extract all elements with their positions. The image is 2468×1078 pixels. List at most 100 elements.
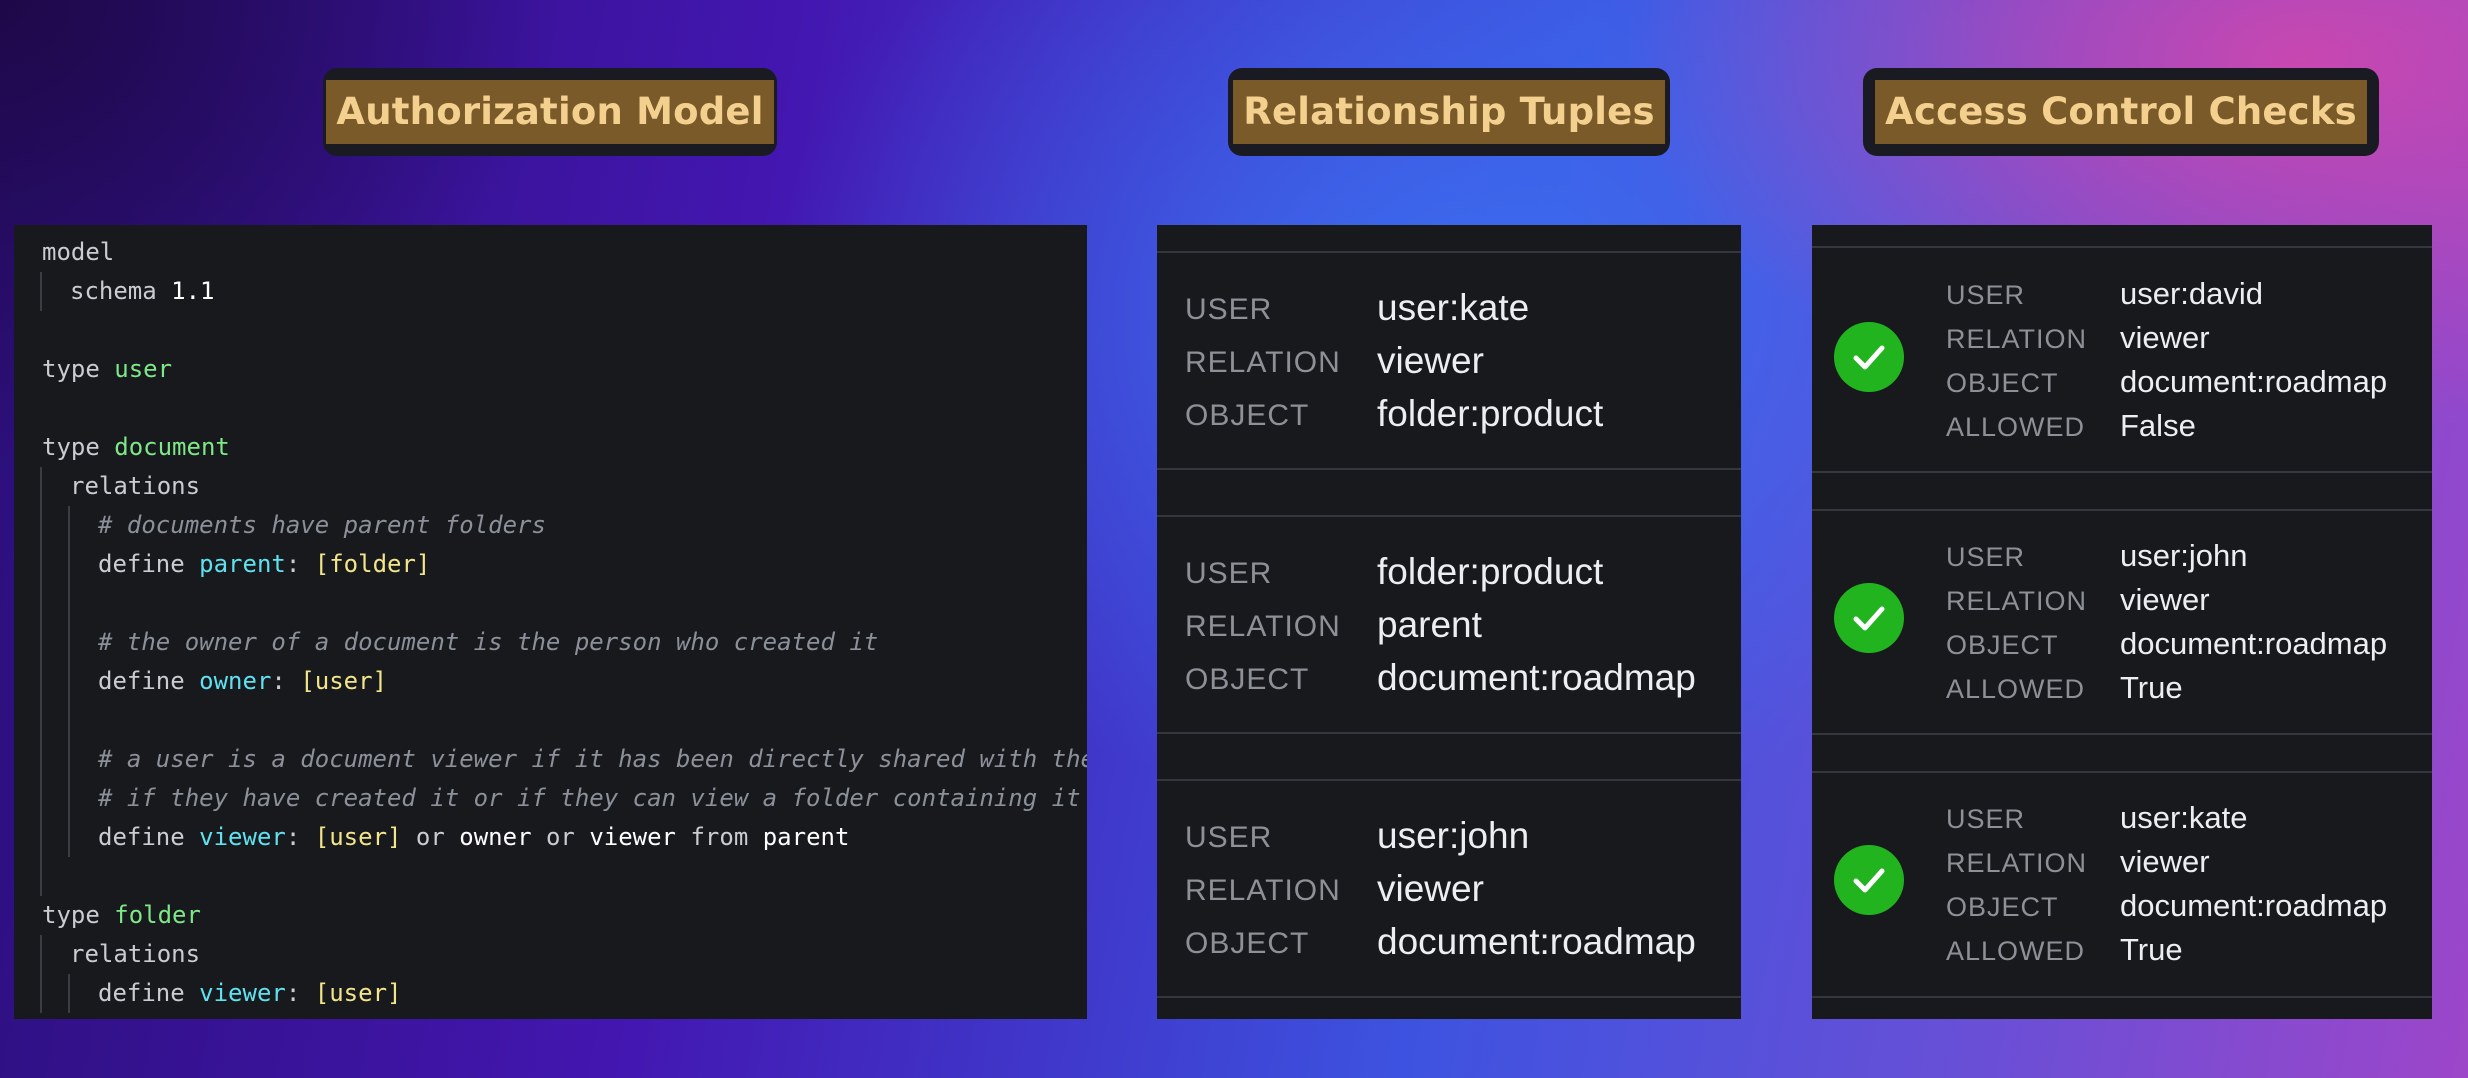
code-token: # the owner of a document is the person …	[98, 628, 879, 656]
check-circle-icon	[1834, 845, 1904, 915]
check-allowed-value: True	[2120, 670, 2183, 705]
indent-guide	[40, 467, 42, 506]
separator	[1157, 515, 1741, 517]
check-user-label: USER	[1946, 280, 2026, 310]
tuple-object-label: OBJECT	[1185, 927, 1310, 960]
relationship-tuples-panel: USER user:kate RELATION viewer OBJECT fo…	[1157, 225, 1741, 1019]
code-text: model	[42, 233, 114, 272]
tuple-object-value: document:roadmap	[1377, 921, 1696, 962]
check-allowed-value: True	[2120, 932, 2183, 967]
indent-guide	[68, 818, 70, 857]
indent-guide	[68, 584, 70, 623]
code-token: document	[114, 433, 230, 461]
separator	[1812, 471, 2432, 473]
indent-guide	[40, 779, 42, 818]
indent-guide	[40, 623, 42, 662]
code-text: # documents have parent folders	[98, 506, 546, 545]
code-text: # if they have created it or if they can…	[98, 779, 1081, 818]
code-token: relations	[70, 472, 201, 500]
indent-guide	[68, 662, 70, 701]
code-token: model	[42, 238, 115, 266]
indent-guide	[68, 779, 70, 818]
code-text: define owner: [user]	[98, 662, 387, 701]
code-token: define	[98, 667, 200, 695]
code-line: relations	[14, 467, 1087, 506]
separator	[1157, 996, 1741, 998]
indent-guide	[68, 974, 70, 1013]
code-token: parent	[762, 823, 850, 851]
indent-guide	[68, 545, 70, 584]
code-line: schema 1.1	[14, 272, 1087, 311]
check-object-label: OBJECT	[1946, 368, 2059, 398]
check-relation-label: RELATION	[1946, 848, 2088, 878]
check-object-value: document:roadmap	[2120, 888, 2388, 923]
indent-guide	[68, 701, 70, 740]
check-relation-value: viewer	[2120, 582, 2210, 617]
indent-guide	[40, 974, 42, 1013]
check-allowed-label: ALLOWED	[1946, 674, 2086, 704]
tuple-object-label: OBJECT	[1185, 663, 1310, 696]
separator	[1812, 246, 2432, 248]
separator	[1812, 509, 2432, 511]
tuple-object-label: OBJECT	[1185, 399, 1310, 432]
indent-guide	[68, 506, 70, 545]
access-control-checks-panel: USER user:david RELATION viewer OBJECT d…	[1812, 225, 2432, 1019]
code-text: type document	[42, 428, 230, 467]
indent-guide	[40, 545, 42, 584]
code-line	[14, 584, 1087, 623]
code-line: # a user is a document viewer if it has …	[14, 740, 1087, 779]
code-line: model	[14, 233, 1087, 272]
code-token: user	[114, 355, 173, 383]
tuple-relation-value: parent	[1377, 604, 1482, 645]
tuple-user-value: user:kate	[1377, 287, 1530, 328]
tuple-object-value: folder:product	[1377, 393, 1604, 434]
code-token: define	[98, 550, 200, 578]
code-text: # a user is a document viewer if it has …	[98, 740, 1087, 779]
code-token: define	[98, 823, 200, 851]
tuple-relation-value: viewer	[1377, 868, 1484, 909]
tuple-relation-label: RELATION	[1185, 346, 1341, 379]
code-token: viewer	[589, 823, 677, 851]
code-token: viewer	[199, 823, 286, 851]
code-token: owner	[459, 823, 532, 851]
tuple-user-value: user:john	[1377, 815, 1530, 856]
code-token: type	[42, 355, 115, 383]
code-token: :	[285, 550, 315, 578]
code-token: folder	[114, 901, 201, 929]
title-authorization-model-text: Authorization Model	[326, 79, 774, 145]
code-token: or	[401, 823, 460, 851]
tuple-relation-label: RELATION	[1185, 610, 1341, 643]
code-token: viewer	[199, 979, 286, 1007]
indent-guide	[40, 740, 42, 779]
separator	[1157, 251, 1741, 253]
code-text: define viewer: [user] or owner or viewer…	[98, 818, 849, 857]
indent-guide	[40, 857, 42, 896]
indent-guide	[68, 740, 70, 779]
code-token: # if they have created it or if they can…	[98, 784, 1081, 812]
code-text: define viewer: [user]	[98, 974, 401, 1013]
code-text: relations	[70, 467, 200, 506]
code-line: define parent: [folder]	[14, 545, 1087, 584]
check-relation-value: viewer	[2120, 844, 2210, 879]
title-relationship-tuples: Relationship Tuples	[1228, 68, 1670, 156]
check-object-label: OBJECT	[1946, 892, 2059, 922]
code-token: from	[676, 823, 763, 851]
code-token: [user]	[300, 667, 388, 695]
code-token: owner	[199, 667, 272, 695]
code-token: type	[42, 901, 115, 929]
code-token: :	[285, 979, 315, 1007]
tuple-user-label: USER	[1185, 557, 1273, 590]
code-token: :	[285, 823, 315, 851]
code-token: type	[42, 433, 115, 461]
separator	[1157, 732, 1741, 734]
code-token: relations	[70, 940, 201, 968]
check-object-value: document:roadmap	[2120, 364, 2388, 399]
check-user-label: USER	[1946, 804, 2026, 834]
indent-guide	[40, 935, 42, 974]
code-token: # a user is a document viewer if it has …	[98, 745, 1087, 773]
tuple-user-label: USER	[1185, 821, 1273, 854]
code-line	[14, 857, 1087, 896]
code-text: relations	[70, 935, 200, 974]
title-access-control-checks: Access Control Checks	[1863, 68, 2379, 156]
